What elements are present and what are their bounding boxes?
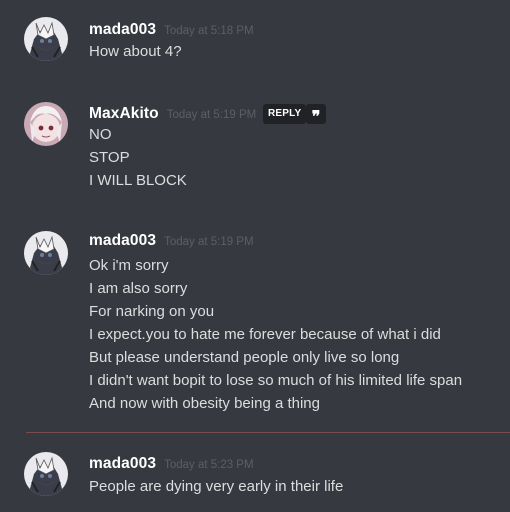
message-line: I am also sorry — [89, 280, 188, 297]
avatar-image-icon — [24, 102, 68, 146]
message-line: I WILL BLOCK — [89, 172, 187, 189]
avatar[interactable] — [24, 452, 68, 496]
message-body: NO STOP I WILL BLOCK — [89, 123, 187, 192]
timestamp: Today at 5:19 PM — [166, 109, 257, 121]
new-messages-divider — [26, 432, 510, 433]
message-line: Ok i'm sorry — [89, 257, 169, 274]
avatar[interactable] — [24, 102, 68, 146]
avatar[interactable] — [24, 17, 68, 61]
timestamp: Today at 5:23 PM — [164, 459, 254, 471]
username[interactable]: mada003 — [89, 455, 156, 473]
message-line: How about 4? — [89, 43, 182, 60]
message-body: How about 4? — [89, 40, 182, 63]
avatar-image-icon — [24, 452, 68, 496]
username[interactable]: MaxAkito — [89, 105, 159, 123]
quote-icon[interactable]: ❞ — [306, 104, 326, 126]
message-line: NO — [89, 126, 112, 143]
message-line: I expect.you to hate me forever because … — [89, 326, 441, 343]
message-line: I didn't want bopit to lose so much of h… — [89, 372, 463, 389]
username[interactable]: mada003 — [89, 232, 156, 250]
message-line: And now with obesity being a thing — [89, 395, 320, 412]
avatar[interactable] — [24, 231, 68, 275]
reply-button[interactable]: REPLY — [263, 104, 307, 124]
timestamp: Today at 5:18 PM — [164, 25, 254, 37]
message-line: People are dying very early in their lif… — [89, 478, 344, 495]
message-body: Ok i'm sorry I am also sorry For narking… — [89, 254, 462, 415]
message-line: But please understand people only live s… — [89, 349, 400, 366]
message-body: People are dying very early in their lif… — [89, 475, 343, 498]
timestamp: Today at 5:19 PM — [164, 236, 254, 248]
message-line: STOP — [89, 149, 130, 166]
avatar-image-icon — [24, 17, 68, 61]
username[interactable]: mada003 — [89, 21, 156, 39]
message-line: For narking on you — [89, 303, 215, 320]
avatar-image-icon — [24, 231, 68, 275]
